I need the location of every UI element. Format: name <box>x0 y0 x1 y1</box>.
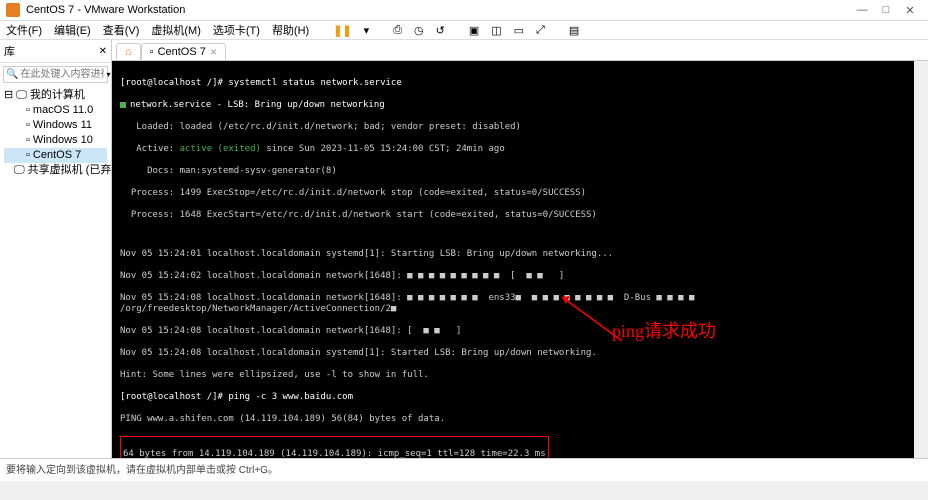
snapshot-manager-icon[interactable]: ◷ <box>414 24 424 37</box>
menu-view[interactable]: 查看(V) <box>103 22 140 38</box>
search-dropdown-icon[interactable]: ▾ <box>106 70 110 79</box>
vm-item-win10[interactable]: ▫Windows 10 <box>4 133 107 148</box>
tab-vm-icon: ▫ <box>150 46 154 58</box>
ping-result-highlight: 64 bytes from 14.119.104.189 (14.119.104… <box>120 436 549 458</box>
revert-icon[interactable]: ↺ <box>436 24 445 37</box>
term-line: Nov 05 15:24:01 localhost.localdomain sy… <box>120 249 920 260</box>
menu-tabs[interactable]: 选项卡(T) <box>213 22 260 38</box>
status-bar: 要将输入定向到该虚拟机，请在虚拟机内部单击或按 Ctrl+G。 <box>0 458 928 481</box>
annotation-text: ping请求成功 <box>612 326 716 337</box>
term-line: [root@localhost /]# ping -c 3 www.baidu.… <box>120 392 920 403</box>
term-line: Hint: Some lines were ellipsized, use -l… <box>120 370 920 381</box>
term-line: Docs: man:systemd-sysv-generator(8) <box>120 166 920 177</box>
term-line: Process: 1648 ExecStart=/etc/rc.d/init.d… <box>120 210 920 221</box>
sidebar-close-icon[interactable]: ✕ <box>99 46 107 57</box>
term-line: Active: active (exited) since Sun 2023-1… <box>120 144 920 155</box>
fullscreen-icon[interactable]: ▣ <box>469 24 479 37</box>
vm-item-macos[interactable]: ▫macOS 11.0 <box>4 103 107 118</box>
search-input[interactable] <box>18 68 106 81</box>
term-line: PING www.a.shifen.com (14.119.104.189) 5… <box>120 414 920 425</box>
tab-home[interactable]: ⌂ <box>116 43 141 60</box>
tab-centos[interactable]: ▫ CentOS 7 ✕ <box>141 43 227 60</box>
tab-bar: ⌂ ▫ CentOS 7 ✕ <box>112 40 928 61</box>
term-line: network.service - LSB: Bring up/down net… <box>120 100 920 111</box>
menu-file[interactable]: 文件(F) <box>6 22 42 38</box>
tree-shared[interactable]: 🖵共享虚拟机 (已弃用) <box>4 163 107 178</box>
sidebar-title: 库 <box>4 43 15 59</box>
minimize-button[interactable]: — <box>850 4 874 16</box>
term-line: Process: 1499 ExecStop=/etc/rc.d/init.d/… <box>120 188 920 199</box>
tab-label: CentOS 7 <box>158 46 206 58</box>
term-line: Loaded: loaded (/etc/rc.d/init.d/network… <box>120 122 920 133</box>
stretch-icon[interactable]: ⤢ <box>536 24 545 37</box>
library-search[interactable]: 🔍 ▾ <box>3 66 108 83</box>
vm-item-win11[interactable]: ▫Windows 11 <box>4 118 107 133</box>
term-line: 64 bytes from 14.119.104.189 (14.119.104… <box>123 449 546 458</box>
close-button[interactable]: ✕ <box>898 4 922 17</box>
pause-button[interactable]: ❚❚ <box>333 24 351 37</box>
term-line: Nov 05 15:24:08 localhost.localdomain sy… <box>120 348 920 359</box>
snapshot-icon[interactable]: ⎙ <box>393 24 402 37</box>
maximize-button[interactable]: □ <box>874 4 898 16</box>
home-icon: ⌂ <box>125 46 132 58</box>
library-sidebar: 库 ✕ 🔍 ▾ ⊟ 🖵我的计算机 ▫macOS 11.0 ▫Windows 11… <box>0 40 112 458</box>
window-title: CentOS 7 - VMware Workstation <box>26 4 850 16</box>
tree-root[interactable]: ⊟ 🖵我的计算机 <box>4 88 107 103</box>
menu-bar: 文件(F) 编辑(E) 查看(V) 虚拟机(M) 选项卡(T) 帮助(H) ❚❚… <box>0 21 928 40</box>
title-bar: CentOS 7 - VMware Workstation — □ ✕ <box>0 0 928 21</box>
toolbar-dropdown-icon[interactable]: ▾ <box>364 24 370 37</box>
scrollbar-vertical[interactable] <box>914 61 928 458</box>
unity-icon[interactable]: ◫ <box>491 24 501 37</box>
menu-help[interactable]: 帮助(H) <box>272 22 309 38</box>
term-line: Nov 05 15:24:02 localhost.localdomain ne… <box>120 271 920 282</box>
vm-console[interactable]: [root@localhost /]# systemctl status net… <box>112 61 928 458</box>
tab-close-icon[interactable]: ✕ <box>210 47 218 58</box>
term-line: [root@localhost /]# systemctl status net… <box>120 78 920 89</box>
search-icon: 🔍 <box>6 69 18 80</box>
menu-edit[interactable]: 编辑(E) <box>54 22 91 38</box>
term-line: Nov 05 15:24:08 localhost.localdomain ne… <box>120 326 920 337</box>
menu-vm[interactable]: 虚拟机(M) <box>151 22 201 38</box>
console-icon[interactable]: ▭ <box>514 24 524 37</box>
vm-tree: ⊟ 🖵我的计算机 ▫macOS 11.0 ▫Windows 11 ▫Window… <box>0 86 111 180</box>
app-logo-icon <box>6 3 20 17</box>
vm-item-centos[interactable]: ▫CentOS 7 <box>4 148 107 163</box>
devices-icon[interactable]: ▤ <box>569 24 579 37</box>
term-line: Nov 05 15:24:08 localhost.localdomain ne… <box>120 293 920 315</box>
